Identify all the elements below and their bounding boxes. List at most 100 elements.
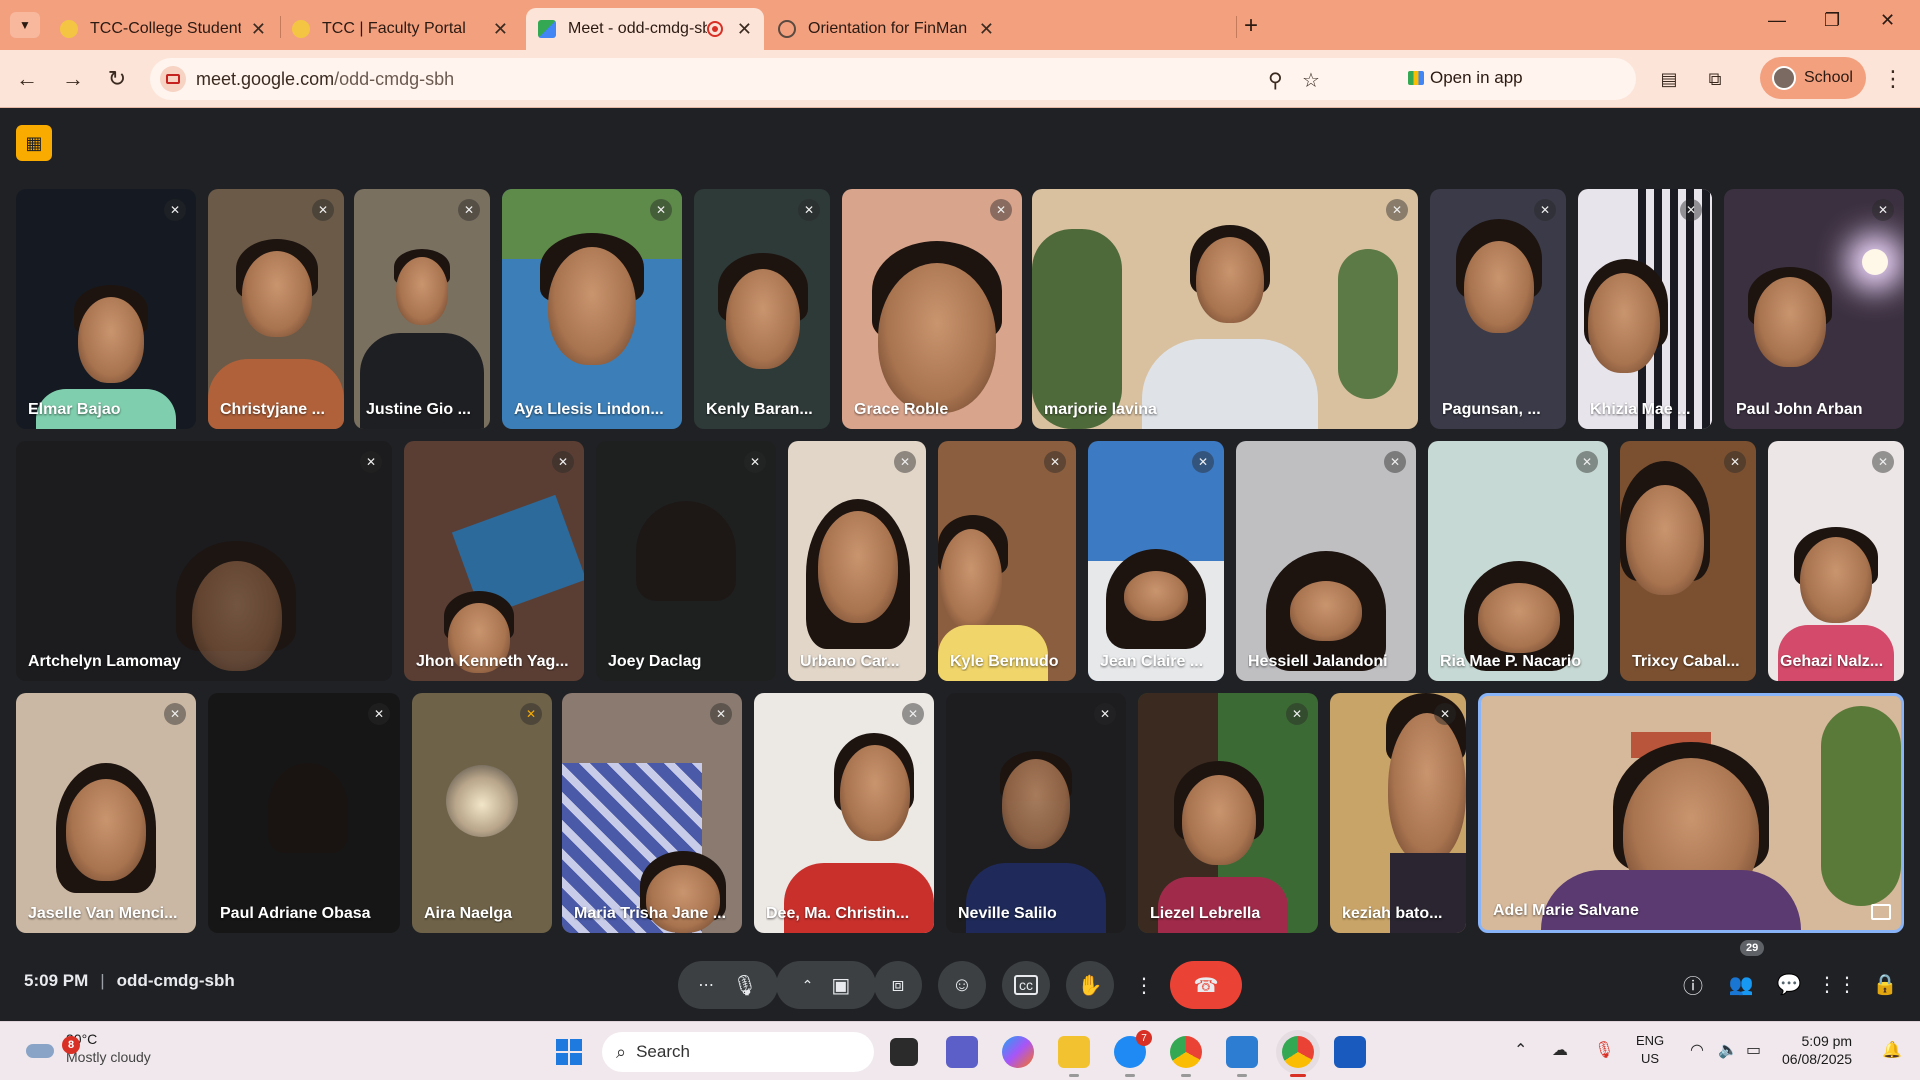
close-icon[interactable]: ✕	[493, 19, 508, 40]
battery-icon[interactable]: ▭	[1746, 1040, 1761, 1060]
open-in-app-button[interactable]: Open in app	[1408, 68, 1523, 88]
extensions-icon[interactable]: ⧉	[1700, 64, 1730, 94]
participant-tile[interactable]: ✕ Elmar Bajao	[16, 189, 196, 429]
start-button[interactable]	[556, 1039, 582, 1065]
taskbar-search[interactable]: ⌕ Search	[602, 1032, 874, 1072]
site-info-icon[interactable]	[160, 66, 186, 92]
participant-tile[interactable]: ✕ Maria Trisha Jane ...	[562, 693, 742, 933]
video-feed	[1478, 583, 1560, 653]
browser-menu-icon[interactable]: ⋮	[1878, 64, 1908, 94]
teams-icon[interactable]	[946, 1036, 978, 1068]
raise-hand-button[interactable]: ✋	[1066, 961, 1114, 1009]
volume-icon[interactable]: 🔈	[1718, 1040, 1738, 1060]
people-icon[interactable]: 👥	[1726, 969, 1756, 999]
participant-tile[interactable]: ✕ Kenly Baran...	[694, 189, 830, 429]
chrome-icon[interactable]	[1170, 1036, 1202, 1077]
reading-mode-icon[interactable]: ▤	[1654, 64, 1684, 94]
participant-tile[interactable]: ✕ Jaselle Van Menci...	[16, 693, 196, 933]
captions-button[interactable]: cc	[1002, 961, 1050, 1009]
new-tab-button[interactable]: +	[1244, 12, 1258, 40]
copilot-icon[interactable]	[1002, 1036, 1034, 1068]
notifications-icon[interactable]: 🔔	[1882, 1040, 1902, 1060]
back-button[interactable]: ←	[12, 64, 42, 94]
show-hidden-icons[interactable]: ⌃	[1514, 1040, 1527, 1060]
participant-tile[interactable]: ✕ Paul Adriane Obasa	[208, 693, 400, 933]
participant-tile[interactable]: ✕ keziah bato...	[1330, 693, 1466, 933]
chat-icon[interactable]: 💬	[1774, 969, 1804, 999]
activities-icon[interactable]: ⋮⋮	[1817, 969, 1857, 999]
more-options-button[interactable]: ⋮	[1130, 961, 1158, 1009]
participant-tile[interactable]: ✕ Khizia Mae ...	[1578, 189, 1712, 429]
profile-button[interactable]: School	[1760, 57, 1866, 99]
reactions-button[interactable]: ☺	[938, 961, 986, 1009]
language-indicator[interactable]: ENG US	[1636, 1032, 1664, 1068]
close-icon[interactable]: ✕	[979, 19, 994, 40]
close-icon[interactable]: ✕	[251, 19, 266, 40]
word-icon[interactable]	[1334, 1036, 1366, 1068]
chrome-profile-icon[interactable]	[1282, 1036, 1314, 1077]
reload-button[interactable]: ↻	[102, 64, 132, 94]
video-feed	[1196, 237, 1264, 323]
participant-tile[interactable]: ✕ marjorie lavina	[1032, 189, 1418, 429]
camera-off-notice-icon[interactable]: ▦	[16, 125, 52, 161]
participant-tile[interactable]: ✕ Grace Roble	[842, 189, 1022, 429]
close-icon[interactable]: ✕	[737, 19, 752, 40]
leave-call-button[interactable]: ☎	[1170, 961, 1242, 1009]
camera-icon[interactable]: ▣	[831, 973, 850, 998]
participant-tile[interactable]: ✕ Pagunsan, ...	[1430, 189, 1566, 429]
bookmark-star-icon[interactable]: ☆	[1302, 68, 1320, 93]
participant-tile[interactable]: ✕ Jhon Kenneth Yag...	[404, 441, 584, 681]
participant-tile[interactable]: ✕ Christyjane ...	[208, 189, 344, 429]
participant-tile[interactable]: ✕ Justine Gio ...	[354, 189, 490, 429]
participant-tile[interactable]: ✕ Gehazi Nalz...	[1768, 441, 1904, 681]
tab-orientation[interactable]: Orientation for FinMan ✕	[766, 8, 1006, 50]
address-bar[interactable]: meet.google.com/odd-cmdg-sbh Open in app…	[150, 58, 1636, 100]
clock[interactable]: 5:09 pm 06/08/2025	[1782, 1032, 1852, 1068]
participant-tile[interactable]: ✕ Dee, Ma. Christin...	[754, 693, 934, 933]
participant-tile[interactable]: ✕ Hessiell Jalandoni	[1236, 441, 1416, 681]
meeting-info-icon[interactable]: ⓘ	[1678, 969, 1708, 999]
microphone-icon[interactable]: 🎙	[732, 973, 757, 998]
wifi-icon[interactable]: ◠	[1690, 1040, 1704, 1060]
video-options-icon[interactable]: ⌃	[802, 977, 814, 994]
tab-faculty-portal[interactable]: TCC | Faculty Portal ✕	[280, 8, 520, 50]
url-text[interactable]: meet.google.com/odd-cmdg-sbh	[196, 69, 454, 90]
participant-name: Hessiell Jalandoni	[1248, 653, 1388, 670]
forward-button[interactable]: →	[58, 64, 88, 94]
restore-button[interactable]: ❐	[1824, 10, 1840, 31]
participant-tile[interactable]: ✕ Aya Llesis Lindon...	[502, 189, 682, 429]
task-view-icon[interactable]	[890, 1038, 918, 1066]
participant-tile[interactable]: ✕ Ria Mae P. Nacario	[1428, 441, 1608, 681]
tab-meet[interactable]: Meet - odd-cmdg-sbh ✕	[526, 8, 764, 50]
present-screen-button[interactable]: ⧈	[874, 961, 922, 1009]
audio-options-icon[interactable]: ⋯	[698, 975, 714, 995]
participant-tile[interactable]: ✕ Kyle Bermudo	[938, 441, 1076, 681]
participant-tile[interactable]: ✕ Neville Salilo	[946, 693, 1126, 933]
video-feed	[1290, 581, 1362, 641]
pip-icon[interactable]	[1871, 904, 1891, 920]
participant-tile[interactable]: ✕ Aira Naelga	[412, 693, 552, 933]
photos-icon[interactable]	[1226, 1036, 1258, 1077]
tab-student-enrolled[interactable]: TCC-College Student Enrolled ✕	[48, 8, 278, 50]
participant-name: Paul Adriane Obasa	[220, 905, 371, 922]
participant-tile-pinned[interactable]: Adel Marie Salvane	[1478, 693, 1904, 933]
participant-tile[interactable]: ✕ Trixcy Cabal...	[1620, 441, 1756, 681]
participant-tile[interactable]: ✕ Joey Daclag	[596, 441, 776, 681]
zoom-icon[interactable]: ⚲	[1268, 68, 1283, 93]
participant-tile[interactable]: ✕ Urbano Car...	[788, 441, 926, 681]
running-indicator	[1125, 1074, 1135, 1077]
tab-search-dropdown[interactable]: ▼	[10, 12, 40, 38]
messenger-icon[interactable]: 7	[1114, 1030, 1152, 1077]
video-feed	[940, 529, 1002, 629]
participant-tile[interactable]: ✕ Jean Claire ...	[1088, 441, 1224, 681]
host-controls-icon[interactable]: 🔒	[1870, 969, 1900, 999]
file-explorer-icon[interactable]	[1058, 1036, 1090, 1077]
onedrive-icon[interactable]: ☁	[1552, 1040, 1568, 1060]
participant-tile[interactable]: ✕ Liezel Lebrella	[1138, 693, 1318, 933]
microphone-in-use-icon[interactable]: 🎙	[1594, 1040, 1614, 1060]
participant-tile[interactable]: ✕ Artchelyn Lamomay	[16, 441, 392, 681]
window-close-button[interactable]: ✕	[1880, 10, 1895, 31]
participant-tile[interactable]: ✕ Paul John Arban	[1724, 189, 1904, 429]
weather-widget[interactable]: 8 30°C Mostly cloudy	[24, 1030, 151, 1066]
minimize-button[interactable]: —	[1768, 10, 1786, 31]
